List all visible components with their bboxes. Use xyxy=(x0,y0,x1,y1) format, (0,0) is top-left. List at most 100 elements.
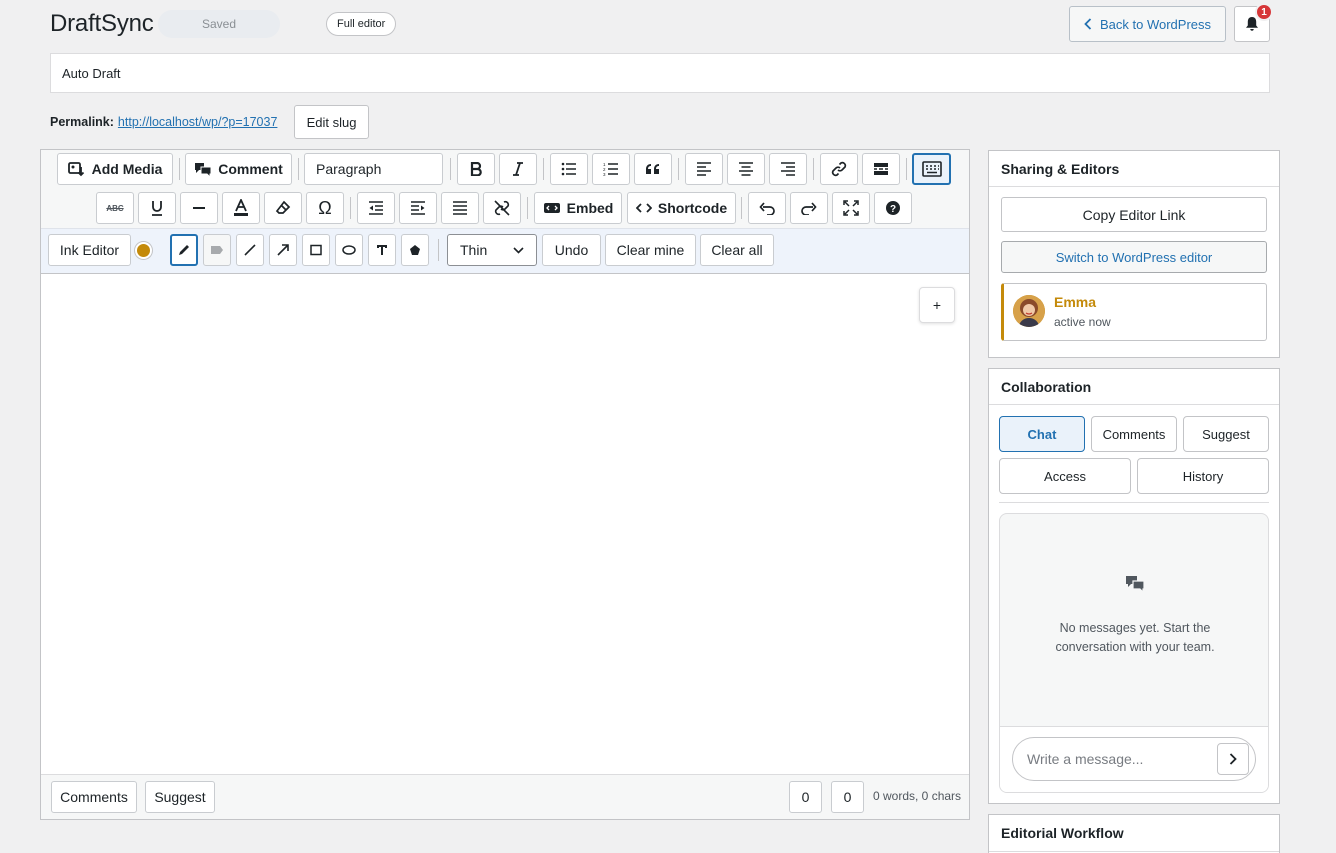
back-to-wordpress-button[interactable]: Back to WordPress xyxy=(1069,6,1226,42)
ink-undo-button[interactable]: Undo xyxy=(542,234,601,266)
toolbar-toggle-button[interactable] xyxy=(912,153,951,185)
align-right-button[interactable] xyxy=(769,153,807,185)
count-badge-b: 0 xyxy=(831,781,864,813)
format-select[interactable]: Paragraph xyxy=(304,153,443,185)
unlink-button[interactable] xyxy=(483,192,521,224)
special-character-button[interactable]: Ω xyxy=(306,192,344,224)
bold-button[interactable] xyxy=(457,153,495,185)
full-editor-badge[interactable]: Full editor xyxy=(326,12,397,36)
justify-button[interactable] xyxy=(441,192,479,224)
count-badge-a: 0 xyxy=(789,781,822,813)
link-icon xyxy=(831,161,847,177)
clear-formatting-button[interactable] xyxy=(264,192,302,224)
align-left-button[interactable] xyxy=(685,153,723,185)
align-left-icon xyxy=(696,162,712,176)
tab-chat[interactable]: Chat xyxy=(999,416,1085,452)
strikethrough-icon: ABC xyxy=(106,203,124,213)
strikethrough-button[interactable]: ABC xyxy=(96,192,134,224)
clear-all-button[interactable]: Clear all xyxy=(700,234,774,266)
edit-slug-button[interactable]: Edit slug xyxy=(294,105,369,139)
italic-button[interactable] xyxy=(499,153,537,185)
switch-to-wordpress-editor-button[interactable]: Switch to WordPress editor xyxy=(1001,241,1267,273)
omega-icon: Ω xyxy=(318,197,332,218)
shortcode-button[interactable]: Shortcode xyxy=(627,192,736,224)
divider xyxy=(999,502,1269,503)
embed-icon xyxy=(543,201,561,215)
outdent-button[interactable] xyxy=(357,192,395,224)
link-button[interactable] xyxy=(820,153,858,185)
fill-tool-button[interactable] xyxy=(401,234,429,266)
read-more-button[interactable] xyxy=(862,153,900,185)
help-button[interactable]: ? xyxy=(874,192,912,224)
tab-comments[interactable]: Comments xyxy=(1091,416,1177,452)
editor-content-area[interactable] xyxy=(41,275,969,774)
align-center-button[interactable] xyxy=(727,153,765,185)
comment-button[interactable]: Comment xyxy=(185,153,292,185)
avatar xyxy=(1013,295,1045,327)
blockquote-button[interactable] xyxy=(634,153,672,185)
comment-icon xyxy=(194,161,212,177)
align-right-icon xyxy=(780,162,796,176)
horizontal-rule-icon xyxy=(192,206,206,210)
pen-tool-button[interactable] xyxy=(170,234,198,266)
fullscreen-icon xyxy=(843,200,859,216)
read-more-icon xyxy=(873,162,889,176)
ink-editor-button[interactable]: Ink Editor xyxy=(48,234,131,266)
footer-suggest-button[interactable]: Suggest xyxy=(145,781,215,813)
eraser-icon xyxy=(275,200,291,216)
text-tool-button[interactable] xyxy=(368,234,396,266)
line-tool-button[interactable] xyxy=(236,234,264,266)
add-block-button[interactable]: + xyxy=(919,287,955,323)
permalink: Permalink: http://localhost/wp/?p=17037 xyxy=(50,115,278,129)
bold-icon xyxy=(470,162,482,176)
highlighter-icon xyxy=(210,245,224,255)
ellipse-tool-button[interactable] xyxy=(335,234,363,266)
app-title: DraftSync xyxy=(50,10,154,37)
fullscreen-button[interactable] xyxy=(832,192,870,224)
tab-suggest[interactable]: Suggest xyxy=(1183,416,1269,452)
copy-editor-link-button[interactable]: Copy Editor Link xyxy=(1001,197,1267,232)
workflow-panel: Editorial Workflow xyxy=(988,814,1280,853)
numbered-list-button[interactable]: 123 xyxy=(592,153,630,185)
indent-button[interactable] xyxy=(399,192,437,224)
align-center-icon xyxy=(738,162,754,176)
redo-button[interactable] xyxy=(790,192,828,224)
post-title-input[interactable]: Auto Draft xyxy=(50,53,1270,93)
text-color-button[interactable] xyxy=(222,192,260,224)
footer-comments-button[interactable]: Comments xyxy=(51,781,137,813)
collaboration-panel-title: Collaboration xyxy=(989,369,1279,405)
add-media-button[interactable]: Add Media xyxy=(57,153,173,185)
ink-color-swatch[interactable] xyxy=(135,242,152,259)
message-input[interactable]: Write a message... xyxy=(1012,737,1256,781)
horizontal-rule-button[interactable] xyxy=(180,192,218,224)
undo-button[interactable] xyxy=(748,192,786,224)
text-tool-icon xyxy=(376,244,388,256)
tab-history[interactable]: History xyxy=(1137,458,1269,494)
redo-icon xyxy=(801,201,817,215)
user-status: active now xyxy=(1054,315,1111,329)
chevron-left-icon xyxy=(1084,18,1092,30)
user-name: Emma xyxy=(1054,294,1097,310)
italic-icon xyxy=(512,162,524,176)
highlighter-tool-button[interactable] xyxy=(203,234,231,266)
sharing-panel-title: Sharing & Editors xyxy=(989,151,1279,187)
help-icon: ? xyxy=(885,200,901,216)
underline-icon xyxy=(151,200,163,216)
plus-icon: + xyxy=(932,297,942,313)
underline-button[interactable] xyxy=(138,192,176,224)
justify-icon xyxy=(452,201,468,215)
rectangle-tool-button[interactable] xyxy=(302,234,330,266)
word-count: 0 words, 0 chars xyxy=(873,789,962,803)
permalink-link[interactable]: http://localhost/wp/?p=17037 xyxy=(118,115,278,129)
send-button[interactable] xyxy=(1217,743,1249,775)
save-status-badge: Saved xyxy=(158,10,280,38)
fill-icon xyxy=(409,244,421,256)
clear-mine-button[interactable]: Clear mine xyxy=(605,234,696,266)
embed-button[interactable]: Embed xyxy=(534,192,622,224)
arrow-tool-button[interactable] xyxy=(269,234,297,266)
outdent-icon xyxy=(368,201,384,215)
tab-access[interactable]: Access xyxy=(999,458,1131,494)
arrow-icon xyxy=(276,243,290,257)
stroke-width-select[interactable]: Thin xyxy=(447,234,537,266)
bullet-list-button[interactable] xyxy=(550,153,588,185)
